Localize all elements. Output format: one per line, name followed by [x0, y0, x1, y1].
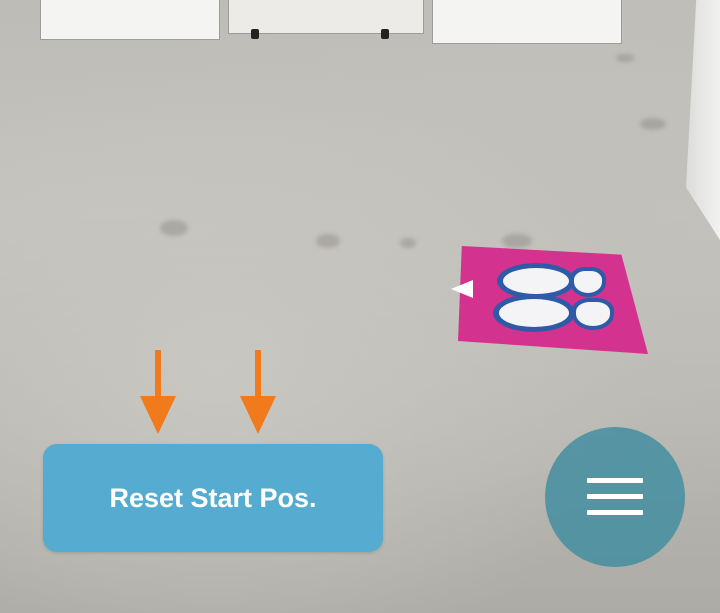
cabinet	[228, 0, 424, 39]
floor-stain	[316, 234, 340, 248]
heel-left	[570, 267, 606, 297]
reset-button-label: Reset Start Pos.	[109, 482, 317, 513]
triangle-left-icon	[451, 280, 473, 298]
cabinet	[40, 0, 220, 40]
hamburger-menu-icon	[587, 478, 643, 516]
cabinet	[432, 0, 622, 44]
floor-stain	[400, 238, 416, 248]
arrow-down-icon	[140, 350, 176, 434]
footprint-right	[493, 294, 575, 332]
reset-start-position-button[interactable]: Reset Start Pos.	[43, 444, 383, 552]
floor-stain	[616, 54, 634, 62]
cabinet-leg	[381, 29, 389, 39]
heel-right	[572, 298, 614, 330]
wall	[686, 0, 720, 240]
cabinet-leg	[251, 29, 259, 39]
arrow-down-icon	[240, 350, 276, 434]
floor-stain	[160, 220, 188, 236]
floor-stain	[502, 234, 532, 248]
menu-button[interactable]	[545, 427, 685, 567]
floor-stain	[640, 118, 666, 130]
